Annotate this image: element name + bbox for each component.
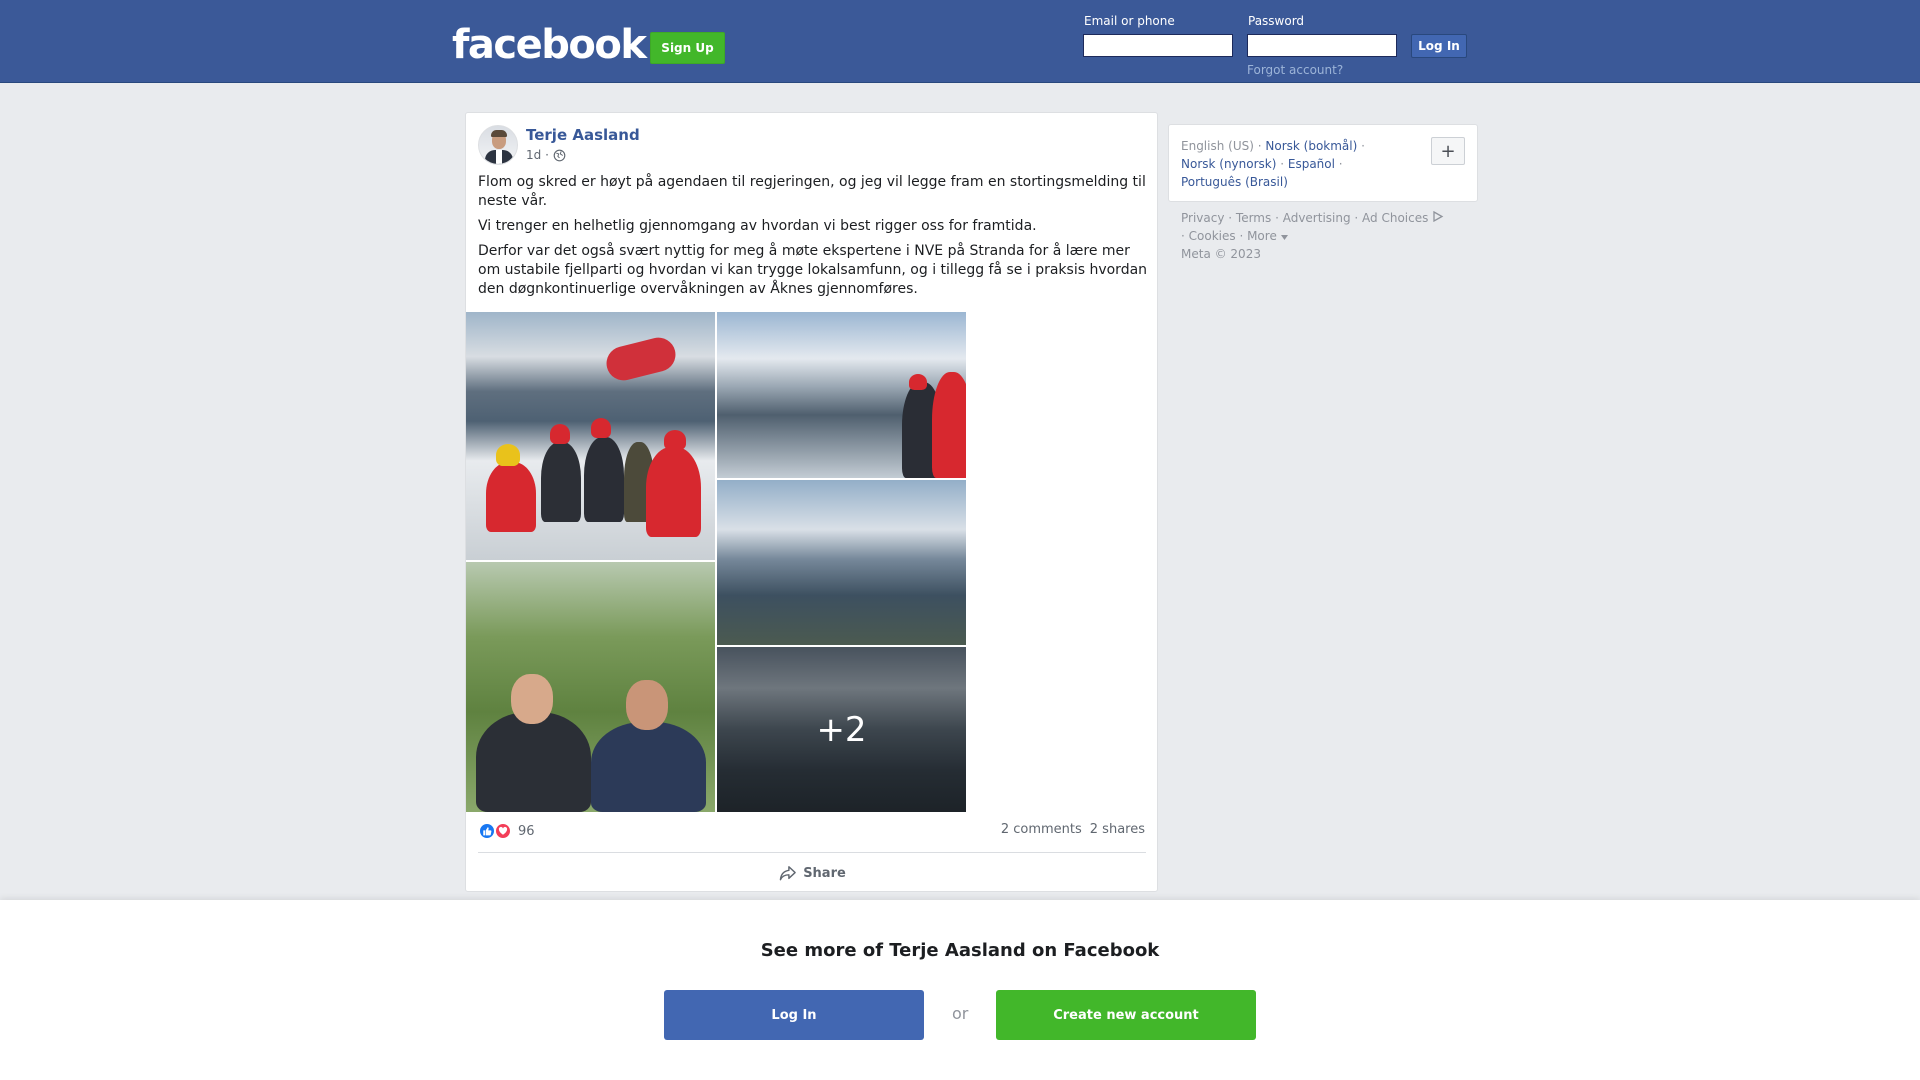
comments-count-link[interactable]: 2 comments bbox=[1001, 822, 1082, 837]
post-photo-fjord[interactable] bbox=[717, 480, 966, 645]
chevron-down-icon bbox=[1280, 235, 1288, 240]
share-label: Share bbox=[803, 865, 846, 881]
language-link-norsk-bokmal[interactable]: Norsk (bokmål) bbox=[1265, 139, 1357, 153]
love-reaction-icon bbox=[494, 822, 512, 840]
more-languages-button[interactable]: + bbox=[1431, 137, 1465, 165]
reactions-summary[interactable]: 96 bbox=[478, 822, 535, 840]
post-divider bbox=[478, 852, 1146, 853]
login-prompt-bar: See more of Terje Aasland on Facebook Lo… bbox=[0, 900, 1920, 1080]
language-link-norsk-nynorsk[interactable]: Norsk (nynorsk) bbox=[1181, 157, 1276, 171]
ad-choices-icon bbox=[1433, 210, 1444, 223]
forgot-account-link[interactable]: Forgot account? bbox=[1247, 63, 1343, 77]
post-photo-two-men[interactable] bbox=[466, 562, 715, 812]
copyright: Meta © 2023 bbox=[1181, 247, 1261, 261]
current-language: English (US) · bbox=[1181, 139, 1262, 153]
reaction-count: 96 bbox=[518, 823, 535, 839]
privacy-link[interactable]: Privacy bbox=[1181, 211, 1224, 225]
bottom-log-in-button[interactable]: Log In bbox=[664, 990, 924, 1040]
post-photo-more[interactable]: +2 bbox=[717, 647, 966, 812]
post-paragraph: Flom og skred er høyt på agendaen til re… bbox=[478, 174, 1146, 209]
globe-icon bbox=[553, 149, 566, 161]
more-photos-count[interactable]: +2 bbox=[717, 647, 966, 812]
more-link[interactable]: More bbox=[1247, 229, 1277, 243]
login-prompt-title: See more of Terje Aasland on Facebook bbox=[760, 940, 1160, 961]
or-separator: or bbox=[952, 1004, 969, 1023]
post-card: Terje Aasland 1d · Flom og skred er høyt… bbox=[465, 112, 1158, 892]
post-photo-group-mountain[interactable] bbox=[466, 312, 715, 560]
sign-up-button[interactable]: Sign Up bbox=[650, 32, 725, 64]
post-meta: 1d · bbox=[526, 148, 566, 162]
ad-choices-link[interactable]: Ad Choices bbox=[1362, 211, 1428, 225]
password-label: Password bbox=[1248, 14, 1305, 28]
post-text: Flom og skred er høyt på agendaen til re… bbox=[478, 173, 1150, 305]
language-link-espanol[interactable]: Español bbox=[1288, 157, 1335, 171]
post-photo-fjord-viewpoint[interactable] bbox=[717, 312, 966, 478]
share-button[interactable]: Share bbox=[466, 865, 1159, 881]
top-navigation-bar: facebook Sign Up Email or phone Password… bbox=[0, 0, 1920, 83]
email-input[interactable] bbox=[1083, 34, 1233, 57]
post-time[interactable]: 1d · bbox=[526, 148, 549, 162]
post-stats: 2 comments 2 shares bbox=[1001, 822, 1145, 837]
facebook-logo[interactable]: facebook bbox=[452, 22, 647, 68]
language-selector-box: English (US) · Norsk (bokmål) · Norsk (n… bbox=[1168, 124, 1478, 202]
share-icon bbox=[779, 866, 797, 881]
post-paragraph: Derfor var det også svært nyttig for meg… bbox=[478, 243, 1148, 297]
footer-links: Privacy · Terms · Advertising · Ad Choic… bbox=[1181, 209, 1481, 263]
terms-link[interactable]: Terms bbox=[1236, 211, 1271, 225]
author-avatar[interactable] bbox=[478, 125, 518, 165]
post-paragraph: Vi trenger en helhetlig gjennomgang av h… bbox=[478, 218, 1037, 234]
create-account-button[interactable]: Create new account bbox=[996, 990, 1256, 1040]
password-input[interactable] bbox=[1247, 34, 1397, 57]
advertising-link[interactable]: Advertising bbox=[1283, 211, 1351, 225]
language-link-portugues-brasil[interactable]: Português (Brasil) bbox=[1181, 175, 1288, 189]
shares-count-link[interactable]: 2 shares bbox=[1090, 822, 1145, 837]
author-name-link[interactable]: Terje Aasland bbox=[526, 126, 640, 144]
cookies-link[interactable]: Cookies bbox=[1189, 229, 1236, 243]
language-list: English (US) · Norsk (bokmål) · Norsk (n… bbox=[1181, 139, 1365, 189]
email-label: Email or phone bbox=[1084, 14, 1175, 28]
log-in-button[interactable]: Log In bbox=[1411, 34, 1467, 58]
